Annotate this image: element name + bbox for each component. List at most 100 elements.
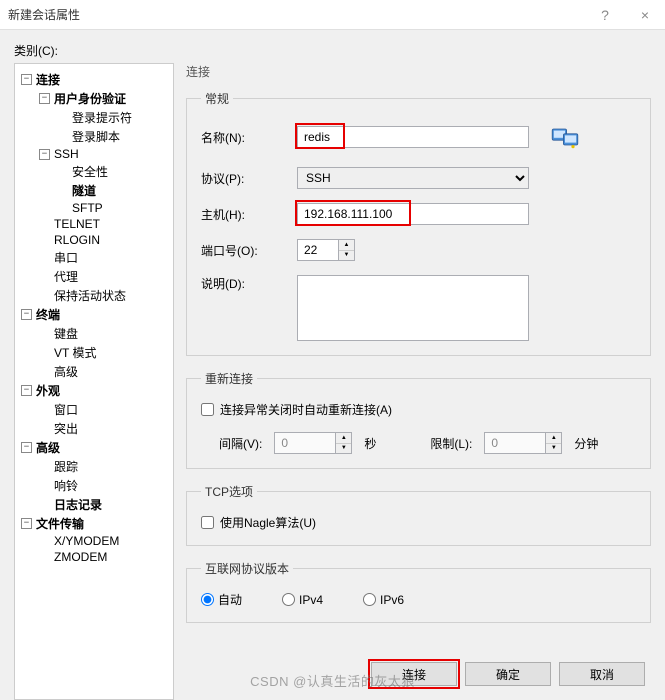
- collapse-icon[interactable]: −: [21, 74, 32, 85]
- tree-item[interactable]: −文件传输: [19, 514, 169, 533]
- tree-item[interactable]: 安全性: [19, 162, 169, 181]
- general-legend: 常规: [201, 90, 233, 107]
- collapse-icon[interactable]: −: [21, 309, 32, 320]
- category-tree[interactable]: −连接−用户身份验证登录提示符登录脚本−SSH安全性隧道 SFTP TELNET RL…: [19, 70, 169, 565]
- nagle-label: 使用Nagle算法(U): [220, 514, 316, 531]
- port-down-button[interactable]: ▼: [339, 251, 354, 261]
- tree-spacer: [57, 203, 68, 214]
- tree-item-label: SFTP: [72, 201, 103, 215]
- auto-reconnect-checkbox[interactable]: [201, 403, 214, 416]
- tree-item-label: 保持活动状态: [54, 287, 126, 304]
- tree-item-label: 串口: [54, 249, 78, 266]
- collapse-icon[interactable]: −: [21, 385, 32, 396]
- interval-unit: 秒: [364, 435, 376, 452]
- tcp-fieldset: TCP选项 使用Nagle算法(U): [186, 483, 651, 546]
- tree-item-label: 日志记录: [54, 496, 102, 513]
- desc-textarea[interactable]: [297, 275, 529, 341]
- tree-item[interactable]: 保持活动状态: [19, 286, 169, 305]
- tree-item[interactable]: SFTP: [19, 200, 169, 216]
- port-label: 端口号(O):: [201, 242, 297, 259]
- port-spinner[interactable]: ▲ ▼: [297, 239, 355, 261]
- tree-item[interactable]: 键盘: [19, 324, 169, 343]
- ip-v4-radio[interactable]: IPv4: [282, 591, 323, 608]
- tree-spacer: [39, 290, 50, 301]
- tree-item-label: VT 模式: [54, 344, 96, 361]
- tree-item[interactable]: TELNET: [19, 216, 169, 232]
- interval-down-button[interactable]: ▼: [336, 444, 351, 454]
- tree-item-label: TELNET: [54, 217, 100, 231]
- tree-spacer: [39, 235, 50, 246]
- connect-button[interactable]: 连接: [371, 662, 457, 686]
- tree-item-label: 高级: [36, 439, 60, 456]
- tree-spacer: [57, 131, 68, 142]
- host-input[interactable]: [297, 203, 529, 225]
- interval-label: 间隔(V):: [219, 435, 262, 452]
- tree-item-label: 代理: [54, 268, 78, 285]
- collapse-icon[interactable]: −: [39, 93, 50, 104]
- tree-item[interactable]: −连接: [19, 70, 169, 89]
- name-input[interactable]: [297, 126, 529, 148]
- tree-item[interactable]: ZMODEM: [19, 549, 169, 565]
- tree-item[interactable]: 代理: [19, 267, 169, 286]
- tree-item-label: RLOGIN: [54, 233, 100, 247]
- ip-auto-radio[interactable]: 自动: [201, 591, 242, 608]
- tree-item[interactable]: RLOGIN: [19, 232, 169, 248]
- content-panel: 连接 常规 名称(N):: [186, 63, 651, 700]
- tree-spacer: [39, 271, 50, 282]
- tree-item[interactable]: 日志记录: [19, 495, 169, 514]
- dialog-buttons: 连接 确定 取消: [186, 650, 651, 700]
- tree-spacer: [57, 166, 68, 177]
- close-button[interactable]: ×: [633, 3, 657, 27]
- collapse-icon[interactable]: −: [39, 149, 50, 160]
- protocol-select[interactable]: SSH: [297, 167, 529, 189]
- port-input[interactable]: [298, 240, 338, 260]
- tree-item[interactable]: −用户身份验证: [19, 89, 169, 108]
- auto-reconnect-label: 连接异常关闭时自动重新连接(A): [220, 401, 392, 418]
- tree-item[interactable]: −SSH: [19, 146, 169, 162]
- limit-up-button[interactable]: ▲: [546, 433, 561, 444]
- tree-item[interactable]: 窗口: [19, 400, 169, 419]
- name-label: 名称(N):: [201, 129, 297, 146]
- interval-spinner[interactable]: ▲ ▼: [274, 432, 352, 454]
- tree-item[interactable]: −高级: [19, 438, 169, 457]
- tree-item[interactable]: 串口: [19, 248, 169, 267]
- tree-item[interactable]: 隧道: [19, 181, 169, 200]
- interval-up-button[interactable]: ▲: [336, 433, 351, 444]
- window-title: 新建会话属性: [8, 6, 593, 23]
- content-heading: 连接: [186, 63, 651, 80]
- tree-item[interactable]: 高级: [19, 362, 169, 381]
- tree-spacer: [39, 480, 50, 491]
- tree-item[interactable]: VT 模式: [19, 343, 169, 362]
- nagle-checkbox[interactable]: [201, 516, 214, 529]
- tree-item[interactable]: 跟踪: [19, 457, 169, 476]
- limit-down-button[interactable]: ▼: [546, 444, 561, 454]
- ip-v6-radio[interactable]: IPv6: [363, 591, 404, 608]
- tree-item[interactable]: −外观: [19, 381, 169, 400]
- tree-item[interactable]: 响铃: [19, 476, 169, 495]
- collapse-icon[interactable]: −: [21, 442, 32, 453]
- ok-button[interactable]: 确定: [465, 662, 551, 686]
- tree-item[interactable]: −终端: [19, 305, 169, 324]
- limit-unit: 分钟: [574, 435, 598, 452]
- collapse-icon[interactable]: −: [21, 518, 32, 529]
- limit-input[interactable]: [485, 433, 545, 453]
- tree-item[interactable]: 登录提示符: [19, 108, 169, 127]
- protocol-label: 协议(P):: [201, 170, 297, 187]
- tree-item[interactable]: 登录脚本: [19, 127, 169, 146]
- tree-spacer: [39, 499, 50, 510]
- tree-item-label: 隧道: [72, 182, 96, 199]
- limit-spinner[interactable]: ▲ ▼: [484, 432, 562, 454]
- help-button[interactable]: ?: [593, 3, 617, 27]
- tree-spacer: [39, 366, 50, 377]
- tree-spacer: [39, 423, 50, 434]
- tree-item[interactable]: 突出: [19, 419, 169, 438]
- tree-item[interactable]: X/YMODEM: [19, 533, 169, 549]
- interval-input[interactable]: [275, 433, 335, 453]
- tree-spacer: [39, 328, 50, 339]
- tree-item-label: 安全性: [72, 163, 108, 180]
- tree-spacer: [57, 112, 68, 123]
- general-fieldset: 常规 名称(N):: [186, 90, 651, 356]
- cancel-button[interactable]: 取消: [559, 662, 645, 686]
- port-up-button[interactable]: ▲: [339, 240, 354, 251]
- tree-spacer: [39, 252, 50, 263]
